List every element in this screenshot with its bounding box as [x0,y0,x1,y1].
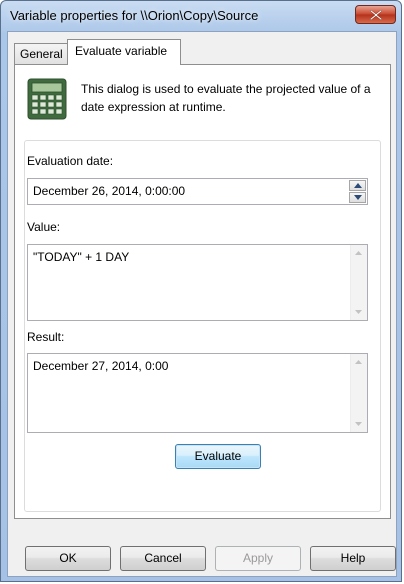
tab-evaluate-variable[interactable]: Evaluate variable [67,39,181,65]
scroll-up-icon[interactable] [355,360,362,364]
help-button[interactable]: Help [310,546,396,571]
result-textarea[interactable]: December 27, 2014, 0:00 [27,353,368,433]
chevron-down-icon [354,195,362,200]
calculator-icon [27,78,67,120]
window-title: Variable properties for \\Orion\Copy\Sou… [10,8,259,23]
chevron-up-icon [354,183,362,188]
evaluation-date-field[interactable]: December 26, 2014, 0:00:00 [27,178,368,205]
cancel-button[interactable]: Cancel [120,546,206,571]
result-label: Result: [27,330,65,344]
spin-down-button[interactable] [349,192,366,203]
close-icon [370,10,382,20]
tab-evaluate-variable-label: Evaluate variable [75,44,168,58]
value-label: Value: [27,220,61,234]
result-scrollbar[interactable] [350,354,367,432]
tab-general-label: General [20,47,63,61]
dialog-client: General Evaluate variable This dialog is… [7,31,397,577]
evaluation-group: Evaluation date: December 26, 2014, 0:00… [24,140,381,512]
tab-general[interactable]: General [14,43,70,64]
evaluate-button[interactable]: Evaluate [175,444,261,469]
apply-button[interactable]: Apply [215,546,301,571]
ok-button[interactable]: OK [25,546,111,571]
value-scrollbar[interactable] [350,245,367,320]
evaluation-date-value: December 26, 2014, 0:00:00 [33,184,186,198]
date-spinner [349,180,366,203]
title-bar[interactable]: Variable properties for \\Orion\Copy\Sou… [1,1,401,31]
scroll-up-icon[interactable] [355,251,362,255]
close-button[interactable] [355,5,396,24]
scroll-down-icon[interactable] [355,310,362,314]
dialog-window: Variable properties for \\Orion\Copy\Sou… [0,0,402,582]
tab-panel: This dialog is used to evaluate the proj… [14,64,391,519]
evaluation-date-label: Evaluation date: [27,154,114,168]
scroll-down-icon[interactable] [355,422,362,426]
value-text: "TODAY" + 1 DAY [33,250,130,264]
intro-text: This dialog is used to evaluate the proj… [81,82,371,114]
value-textarea[interactable]: "TODAY" + 1 DAY [27,244,368,321]
result-text: December 27, 2014, 0:00 [33,359,169,373]
spin-up-button[interactable] [349,180,366,191]
